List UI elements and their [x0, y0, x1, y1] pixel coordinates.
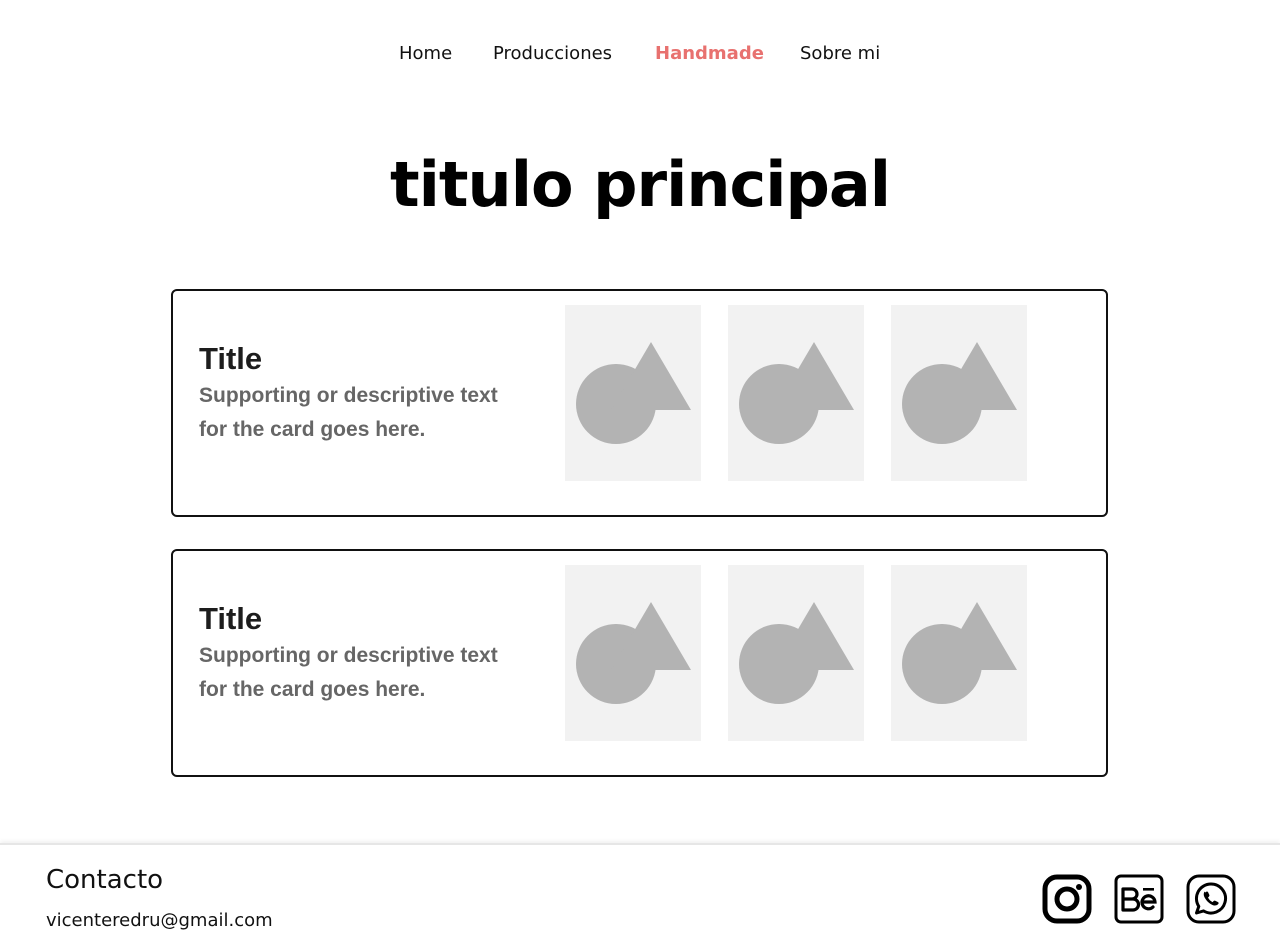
behance-link[interactable] [1114, 874, 1164, 924]
card-title: Title [199, 601, 263, 636]
image-placeholder-icon [902, 602, 1017, 704]
nav-link-home[interactable]: Home [399, 43, 452, 64]
nav-link-producciones[interactable]: Producciones [493, 43, 612, 64]
card-image[interactable] [728, 565, 864, 741]
instagram-link[interactable] [1042, 874, 1092, 924]
image-placeholder-icon [576, 342, 691, 444]
whatsapp-icon [1186, 874, 1236, 924]
card-image[interactable] [565, 565, 701, 741]
footer: Contacto vicenteredru@gmail.com [0, 843, 1280, 947]
card-image[interactable] [891, 565, 1027, 741]
card: Title Supporting or descriptive text for… [171, 289, 1108, 517]
card-image[interactable] [891, 305, 1027, 481]
whatsapp-link[interactable] [1186, 874, 1236, 924]
main-nav: Home Producciones Handmade Sobre mi [0, 0, 1280, 110]
image-placeholder-icon [576, 602, 691, 704]
behance-icon [1114, 874, 1164, 924]
nav-link-handmade[interactable]: Handmade [655, 43, 764, 64]
instagram-icon [1042, 874, 1092, 924]
contact-email[interactable]: vicenteredru@gmail.com [46, 910, 273, 931]
image-placeholder-icon [902, 342, 1017, 444]
card: Title Supporting or descriptive text for… [171, 549, 1108, 777]
card-description: Supporting or descriptive text for the c… [199, 644, 498, 701]
card-image[interactable] [728, 305, 864, 481]
card-image[interactable] [565, 305, 701, 481]
nav-link-sobre-mi[interactable]: Sobre mi [800, 43, 880, 64]
image-placeholder-icon [739, 342, 854, 444]
image-placeholder-icon [739, 602, 854, 704]
page-title: titulo principal [390, 148, 891, 221]
card-title: Title [199, 341, 263, 376]
card-description: Supporting or descriptive text for the c… [199, 384, 498, 441]
footer-heading: Contacto [46, 865, 164, 895]
